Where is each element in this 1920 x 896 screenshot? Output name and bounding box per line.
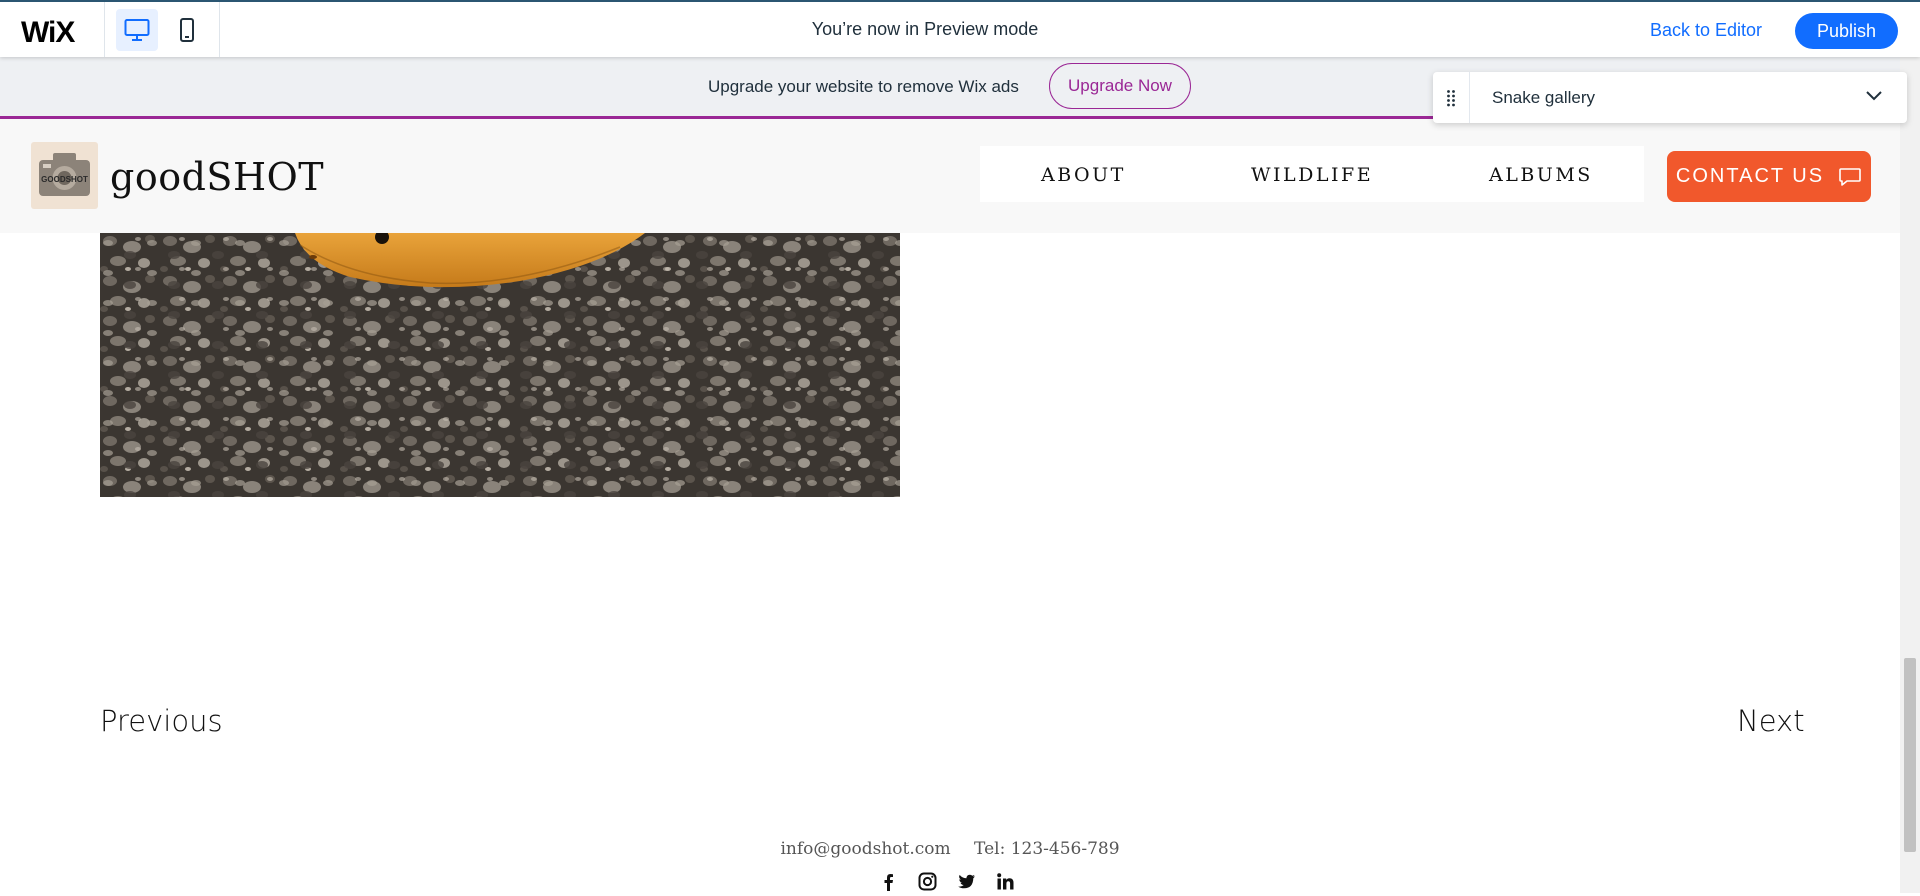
nav-wildlife[interactable]: WILDLIFE: [1251, 164, 1373, 186]
desktop-view-button[interactable]: [116, 9, 158, 51]
divider: [219, 2, 220, 57]
camera-logo-icon: GOODSHOT: [39, 153, 90, 196]
social-links: [879, 872, 1015, 891]
facebook-icon[interactable]: [879, 872, 898, 891]
nav-about[interactable]: ABOUT: [1041, 164, 1126, 186]
twitter-icon[interactable]: [957, 872, 976, 891]
wix-logo[interactable]: WiX: [21, 16, 75, 50]
page-selector[interactable]: Snake gallery: [1433, 72, 1907, 123]
contact-us-button[interactable]: CONTACT US: [1667, 151, 1871, 202]
next-link[interactable]: Next: [1737, 704, 1805, 738]
site-header: GOODSHOT goodSHOT ABOUT WILDLIFE ALBUMS …: [0, 119, 1900, 233]
publish-button[interactable]: Publish: [1795, 13, 1898, 49]
upgrade-now-button[interactable]: Upgrade Now: [1049, 63, 1191, 109]
footer-contact: info@goodshot.com Tel: 123-456-789: [0, 839, 1900, 859]
logo-text: GOODSHOT: [41, 175, 88, 184]
desktop-icon: [124, 19, 150, 41]
scrollbar-thumb[interactable]: [1904, 658, 1916, 852]
site-title[interactable]: goodSHOT: [110, 155, 324, 199]
upgrade-message: Upgrade your website to remove Wix ads: [708, 77, 1019, 96]
mobile-view-button[interactable]: [166, 9, 208, 51]
footer-email[interactable]: info@goodshot.com: [780, 839, 950, 859]
wix-preview-bar: WiX You’re now in Preview mode Back to E…: [0, 0, 1920, 57]
mobile-icon: [180, 18, 194, 42]
page-selector-value[interactable]: Snake gallery: [1492, 88, 1595, 108]
instagram-icon[interactable]: [918, 872, 937, 891]
page-scrollbar[interactable]: [1900, 57, 1920, 893]
chevron-down-icon[interactable]: [1865, 89, 1883, 101]
site-logo[interactable]: GOODSHOT: [31, 142, 98, 209]
previous-link[interactable]: Previous: [100, 704, 223, 738]
site-nav: ABOUT WILDLIFE ALBUMS: [980, 146, 1644, 202]
contact-us-label: CONTACT US: [1675, 165, 1825, 187]
nav-albums[interactable]: ALBUMS: [1489, 164, 1593, 186]
chat-bubble-icon: [1839, 167, 1861, 186]
snake-photo[interactable]: [100, 233, 900, 497]
footer-phone: Tel: 123-456-789: [974, 839, 1120, 859]
linkedin-icon[interactable]: [996, 872, 1015, 891]
drag-handle-icon[interactable]: [1433, 72, 1470, 123]
divider: [104, 2, 105, 57]
back-to-editor-link[interactable]: Back to Editor: [1650, 20, 1762, 41]
preview-mode-message: You’re now in Preview mode: [811, 19, 1039, 39]
